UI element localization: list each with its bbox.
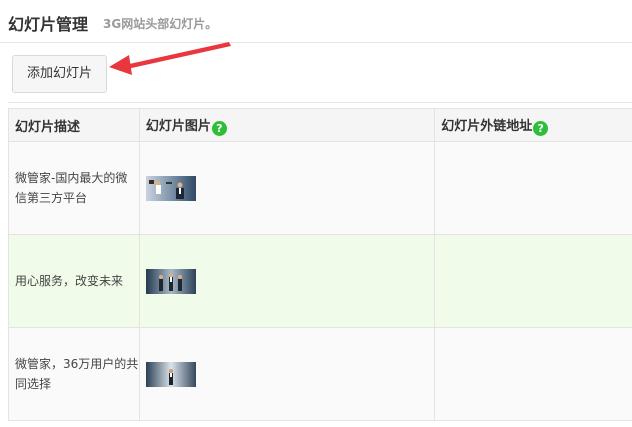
slide-image-cell (138, 234, 436, 328)
column-header-label: 幻灯片描述 (15, 119, 81, 135)
section-divider (8, 102, 632, 103)
slide-description: 用心服务，改变未来 (8, 234, 140, 328)
column-header-description: 幻灯片描述 (8, 108, 140, 142)
slide-description-text: 用心服务，改变未来 (15, 274, 124, 288)
table-row: 微管家-国内最大的微信第三方平台 (8, 141, 632, 235)
slide-image-cell (138, 141, 436, 235)
slide-description: 微管家-国内最大的微信第三方平台 (8, 141, 140, 235)
page-header: 幻灯片管理 3G网站头部幻灯片。 (0, 0, 632, 43)
slide-description-text: 微管家，36万用户的共同选择 (15, 357, 139, 391)
slide-description: 微管家，36万用户的共同选择 (8, 327, 140, 421)
slide-link-cell (434, 234, 632, 328)
help-icon[interactable]: ? (533, 120, 549, 136)
pointer-arrow-icon (109, 42, 231, 75)
column-header-image: 幻灯片图片? (138, 108, 436, 142)
slide-thumbnail-2[interactable] (145, 268, 196, 294)
help-icon[interactable]: ? (211, 120, 227, 136)
slide-link-cell (434, 327, 632, 421)
page-title: 幻灯片管理 (8, 15, 89, 34)
slide-description-text: 微管家-国内最大的微信第三方平台 (15, 171, 128, 205)
slide-thumbnail-1[interactable] (145, 175, 196, 201)
page-subtitle: 3G网站头部幻灯片。 (103, 17, 218, 31)
slide-image-cell (138, 327, 436, 421)
column-header-label: 幻灯片外链地址 (441, 118, 533, 134)
add-slide-button[interactable]: 添加幻灯片 (12, 55, 107, 93)
slide-thumbnail-3[interactable] (145, 361, 196, 387)
column-header-label: 幻灯片图片 (145, 118, 211, 134)
column-header-link: 幻灯片外链地址? (434, 108, 632, 142)
slides-table: 幻灯片描述 幻灯片图片? 幻灯片外链地址? 微管家-国内最大的微信第三方平台 用… (8, 108, 632, 421)
table-header-row: 幻灯片描述 幻灯片图片? 幻灯片外链地址? (8, 108, 632, 142)
slide-link-cell (434, 141, 632, 235)
table-row: 微管家，36万用户的共同选择 (8, 327, 632, 421)
table-row: 用心服务，改变未来 (8, 234, 632, 328)
